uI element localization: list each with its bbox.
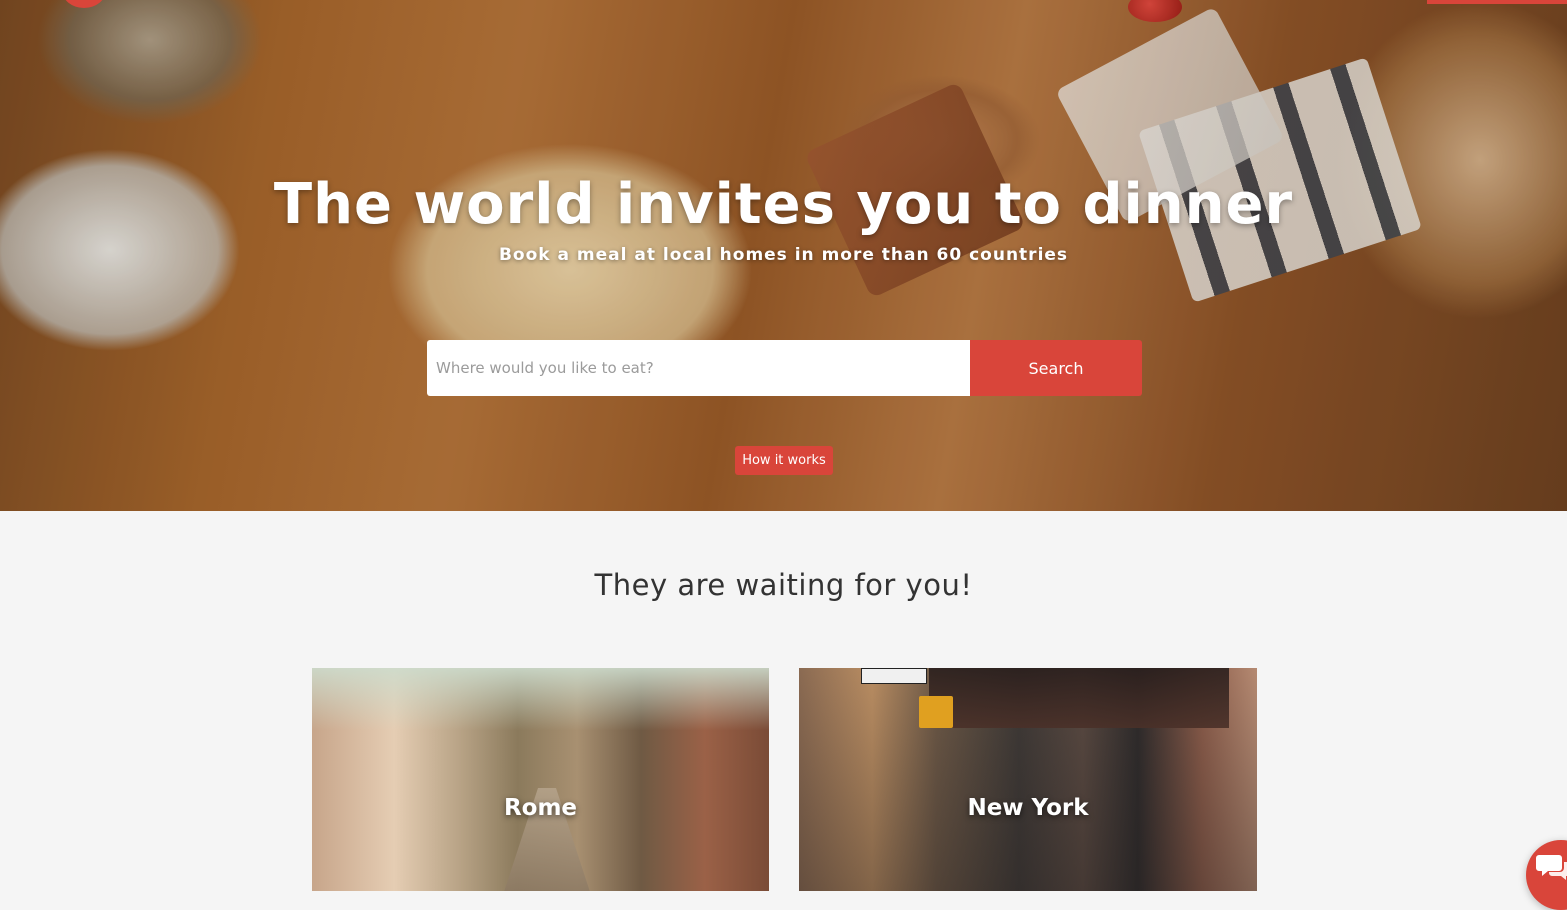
- hero-title: The world invites you to dinner: [273, 172, 1294, 237]
- city-card-rome[interactable]: Rome: [312, 668, 769, 891]
- city-card-new-york-image-detail: [929, 668, 1229, 728]
- city-card-new-york[interactable]: New York: [799, 668, 1257, 891]
- chat-bubbles-icon: [1536, 855, 1567, 880]
- city-card-new-york-street-sign: [861, 668, 927, 684]
- section-title: They are waiting for you!: [594, 568, 973, 602]
- chat-button[interactable]: [1526, 840, 1567, 910]
- search-button[interactable]: Search: [970, 340, 1142, 396]
- hero-subtitle: Book a meal at local homes in more than …: [498, 245, 1069, 265]
- how-it-works-button[interactable]: How it works: [735, 446, 833, 475]
- header-nav-tab[interactable]: [1427, 0, 1567, 4]
- hero-banner: The world invites you to dinner Book a m…: [0, 0, 1567, 511]
- city-card-new-york-traffic-light: [919, 696, 953, 728]
- city-card-label: New York: [967, 795, 1089, 821]
- search-input[interactable]: [427, 340, 970, 396]
- city-card-label: Rome: [503, 795, 578, 821]
